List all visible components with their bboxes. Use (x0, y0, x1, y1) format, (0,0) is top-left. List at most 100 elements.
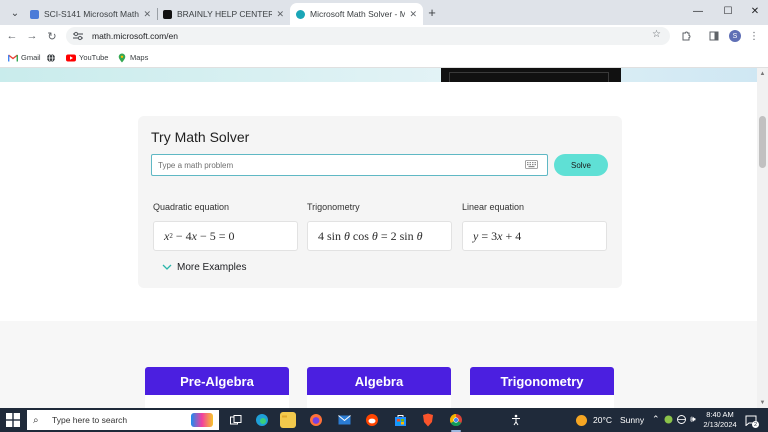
browser-menu-icon[interactable]: ⋮ (746, 28, 762, 44)
subject-title: Algebra (354, 374, 404, 389)
example-label: Trigonometry (307, 202, 360, 212)
minimize-icon[interactable]: — (688, 3, 708, 19)
tab-strip: ⌄ SCI-S141 Microsoft Math Revi ✕ BRAINLY… (0, 0, 768, 25)
edge-browser-icon[interactable] (254, 412, 270, 428)
windows-taskbar: ⌕ Type here to search 20°C Sunny ⌃ 🕪 8:4… (0, 408, 768, 432)
tab-search-chevron-icon[interactable]: ⌄ (6, 4, 24, 22)
forward-icon[interactable]: → (24, 28, 40, 44)
hero-video[interactable] (441, 68, 621, 82)
keyboard-icon[interactable] (525, 160, 538, 169)
browser-toolbar: ← → ↻ math.microsoft.com/en ☆ S ⋮ (0, 25, 768, 47)
tab-title: SCI-S141 Microsoft Math Revi (44, 9, 139, 19)
scroll-down-icon[interactable]: ▼ (759, 399, 766, 406)
more-examples-label: More Examples (177, 261, 247, 273)
notification-center-icon[interactable]: 2 (744, 413, 759, 428)
file-explorer-icon[interactable] (280, 412, 296, 428)
scroll-up-icon[interactable]: ▲ (759, 70, 766, 77)
subject-title: Pre-Algebra (180, 374, 254, 389)
bookmark-label: YouTube (79, 53, 109, 62)
example-linear: Linear equation y = 3x + 4 (462, 202, 607, 251)
bookmark-maps[interactable]: Maps (117, 51, 148, 64)
bookmarks-bar: Gmail YouTube Maps (0, 47, 768, 68)
firefox-icon[interactable] (308, 412, 324, 428)
maximize-icon[interactable]: ☐ (718, 3, 738, 19)
hero-banner (0, 68, 757, 82)
bookmark-label: Gmail (21, 53, 41, 62)
back-icon[interactable]: ← (4, 28, 20, 44)
more-examples-toggle[interactable]: More Examples (162, 260, 246, 274)
try-math-solver-card: Try Math Solver Solve Quadratic equation… (138, 116, 622, 288)
bookmark-youtube[interactable]: YouTube (66, 51, 108, 64)
tab-close-icon[interactable]: ✕ (409, 9, 417, 20)
globe-icon (46, 53, 56, 62)
reddit-icon[interactable] (364, 412, 380, 428)
subjects-section: Pre-Algebra Algebra Trigonometry (0, 321, 757, 408)
site-info-icon[interactable] (72, 31, 84, 41)
taskbar-search-box[interactable]: ⌕ Type here to search (27, 410, 219, 430)
tab-math-solver[interactable]: Microsoft Math Solver - Math P ✕ (290, 3, 423, 25)
tab-title: BRAINLY HELP CENTER (177, 9, 273, 19)
scrollbar-thumb[interactable] (759, 116, 766, 168)
volume-icon[interactable]: 🕪 (690, 414, 696, 425)
bookmark-star-icon[interactable]: ☆ (652, 29, 661, 40)
weather-widget[interactable]: 20°C Sunny (576, 413, 644, 427)
close-window-icon[interactable]: ✕ (745, 3, 765, 19)
store-icon[interactable] (392, 412, 408, 428)
math-problem-input[interactable] (151, 154, 548, 176)
tab-brainly[interactable]: BRAINLY HELP CENTER ✕ (157, 3, 290, 25)
example-quadratic: Quadratic equation x2 − 4x − 5 = 0 (153, 202, 298, 251)
example-trigonometry-equation[interactable]: 4 sin θ cos θ = 2 sin θ (307, 221, 452, 251)
bookmark-gmail[interactable]: Gmail (8, 51, 41, 64)
subject-card-body (470, 395, 614, 408)
subject-card-pre-algebra[interactable]: Pre-Algebra (145, 367, 289, 408)
subject-card-trigonometry[interactable]: Trigonometry (470, 367, 614, 408)
tab-close-icon[interactable]: ✕ (143, 9, 151, 20)
maps-icon (117, 53, 127, 62)
tray-overflow-chevron-icon[interactable]: ⌃ (652, 414, 660, 425)
accessibility-icon[interactable] (508, 412, 524, 428)
example-trigonometry: Trigonometry 4 sin θ cos θ = 2 sin θ (307, 202, 452, 251)
extensions-icon[interactable] (678, 28, 694, 44)
brave-icon[interactable] (420, 412, 436, 428)
chrome-icon[interactable] (448, 412, 464, 432)
side-panel-icon[interactable] (706, 28, 722, 44)
taskbar-search-placeholder: Type here to search (52, 415, 128, 425)
weather-temperature: 20°C (593, 415, 612, 425)
task-view-icon[interactable] (228, 412, 244, 428)
subject-card-algebra[interactable]: Algebra (307, 367, 451, 408)
network-icon[interactable] (677, 415, 686, 426)
tab-sci-s141[interactable]: SCI-S141 Microsoft Math Revi ✕ (24, 3, 157, 25)
weather-condition: Sunny (620, 415, 645, 425)
subject-card-body (307, 395, 451, 408)
bookmark-globe[interactable] (46, 51, 59, 64)
subject-title: Trigonometry (500, 374, 584, 389)
tray-app-icon[interactable] (664, 415, 673, 426)
windows-start-icon[interactable] (6, 413, 20, 427)
bookmark-label: Maps (130, 53, 149, 62)
math-solver-favicon-icon (296, 9, 305, 19)
clock-date: 2/13/2024 (703, 420, 737, 429)
web-page: Try Math Solver Solve Quadratic equation… (0, 68, 757, 408)
example-linear-equation[interactable]: y = 3x + 4 (462, 221, 607, 251)
url-text: math.microsoft.com/en (92, 31, 178, 41)
system-clock[interactable]: 8:40 AM 2/13/2024 (702, 410, 738, 430)
address-bar[interactable]: math.microsoft.com/en ☆ (66, 27, 670, 45)
gmail-icon (8, 53, 18, 62)
clock-time: 8:40 AM (706, 410, 734, 419)
profile-avatar[interactable]: S (729, 30, 741, 42)
page-scrollbar[interactable]: ▲ ▼ (757, 68, 768, 408)
sun-icon (576, 414, 587, 426)
new-tab-button[interactable]: + (424, 4, 440, 20)
copilot-icon[interactable] (191, 413, 213, 427)
example-quadratic-equation[interactable]: x2 − 4x − 5 = 0 (153, 221, 298, 251)
solve-button[interactable]: Solve (554, 154, 608, 176)
tab-close-icon[interactable]: ✕ (276, 9, 284, 20)
example-label: Quadratic equation (153, 202, 230, 212)
video-frame (449, 72, 609, 82)
subject-card-body (145, 395, 289, 408)
reload-icon[interactable]: ↻ (44, 28, 60, 44)
tab-title: Microsoft Math Solver - Math P (310, 9, 406, 19)
example-label: Linear equation (462, 202, 525, 212)
mail-icon[interactable] (336, 412, 352, 428)
card-title: Try Math Solver (151, 129, 250, 145)
